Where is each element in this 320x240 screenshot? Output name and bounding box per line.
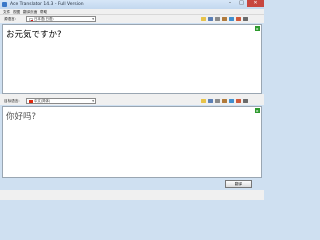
window-title: Ace Translator 14.3 - Full Version [10, 2, 84, 7]
copy-icon[interactable] [215, 99, 220, 103]
clear-icon[interactable] [236, 99, 241, 103]
china-flag-icon [29, 100, 33, 103]
status-bar [0, 190, 264, 200]
source-toolbar: 源语言: 日本语(日语) ▾ [0, 15, 264, 23]
close-button[interactable]: ✕ [247, 0, 264, 7]
minimize-button[interactable]: – [224, 0, 236, 7]
title-bar: Ace Translator 14.3 - Full Version – □ ✕ [0, 0, 264, 9]
copy-icon[interactable] [215, 17, 220, 21]
source-language-label: 源语言: [4, 17, 16, 21]
app-icon [2, 2, 7, 7]
green-arrow-icon[interactable]: ▸ [255, 108, 260, 113]
chevron-down-icon: ▾ [92, 17, 94, 21]
target-language-value: 中文(简体) [34, 99, 51, 103]
clear-icon[interactable] [236, 17, 241, 21]
source-text-area[interactable]: お元気ですか? ▸ [2, 24, 262, 94]
speak-icon[interactable] [229, 17, 234, 21]
target-language-select[interactable]: 中文(简体) ▾ [26, 98, 96, 104]
target-language-label: 目标语言: [4, 99, 20, 103]
maximize-button[interactable]: □ [236, 0, 247, 7]
open-icon[interactable] [201, 99, 206, 103]
save-icon[interactable] [208, 17, 213, 21]
target-text-area[interactable]: 你好吗? ▸ [2, 106, 262, 178]
target-text: 你好吗? [6, 112, 37, 122]
chevron-down-icon: ▾ [92, 99, 94, 103]
paste-icon[interactable] [222, 99, 227, 103]
paste-icon[interactable] [222, 17, 227, 21]
save-icon[interactable] [208, 99, 213, 103]
source-language-value: 日本语(日语) [34, 17, 54, 21]
speak-icon[interactable] [229, 99, 234, 103]
japan-flag-icon [29, 18, 33, 22]
green-arrow-icon[interactable]: ▸ [255, 26, 260, 31]
translate-button[interactable]: 翻译 [225, 180, 252, 188]
source-text: お元気ですか? [6, 30, 62, 40]
target-toolbar: 目标语言: 中文(简体) ▾ [0, 97, 264, 105]
print-icon[interactable] [243, 17, 248, 21]
print-icon[interactable] [243, 99, 248, 103]
source-language-select[interactable]: 日本语(日语) ▾ [26, 16, 96, 22]
open-icon[interactable] [201, 17, 206, 21]
